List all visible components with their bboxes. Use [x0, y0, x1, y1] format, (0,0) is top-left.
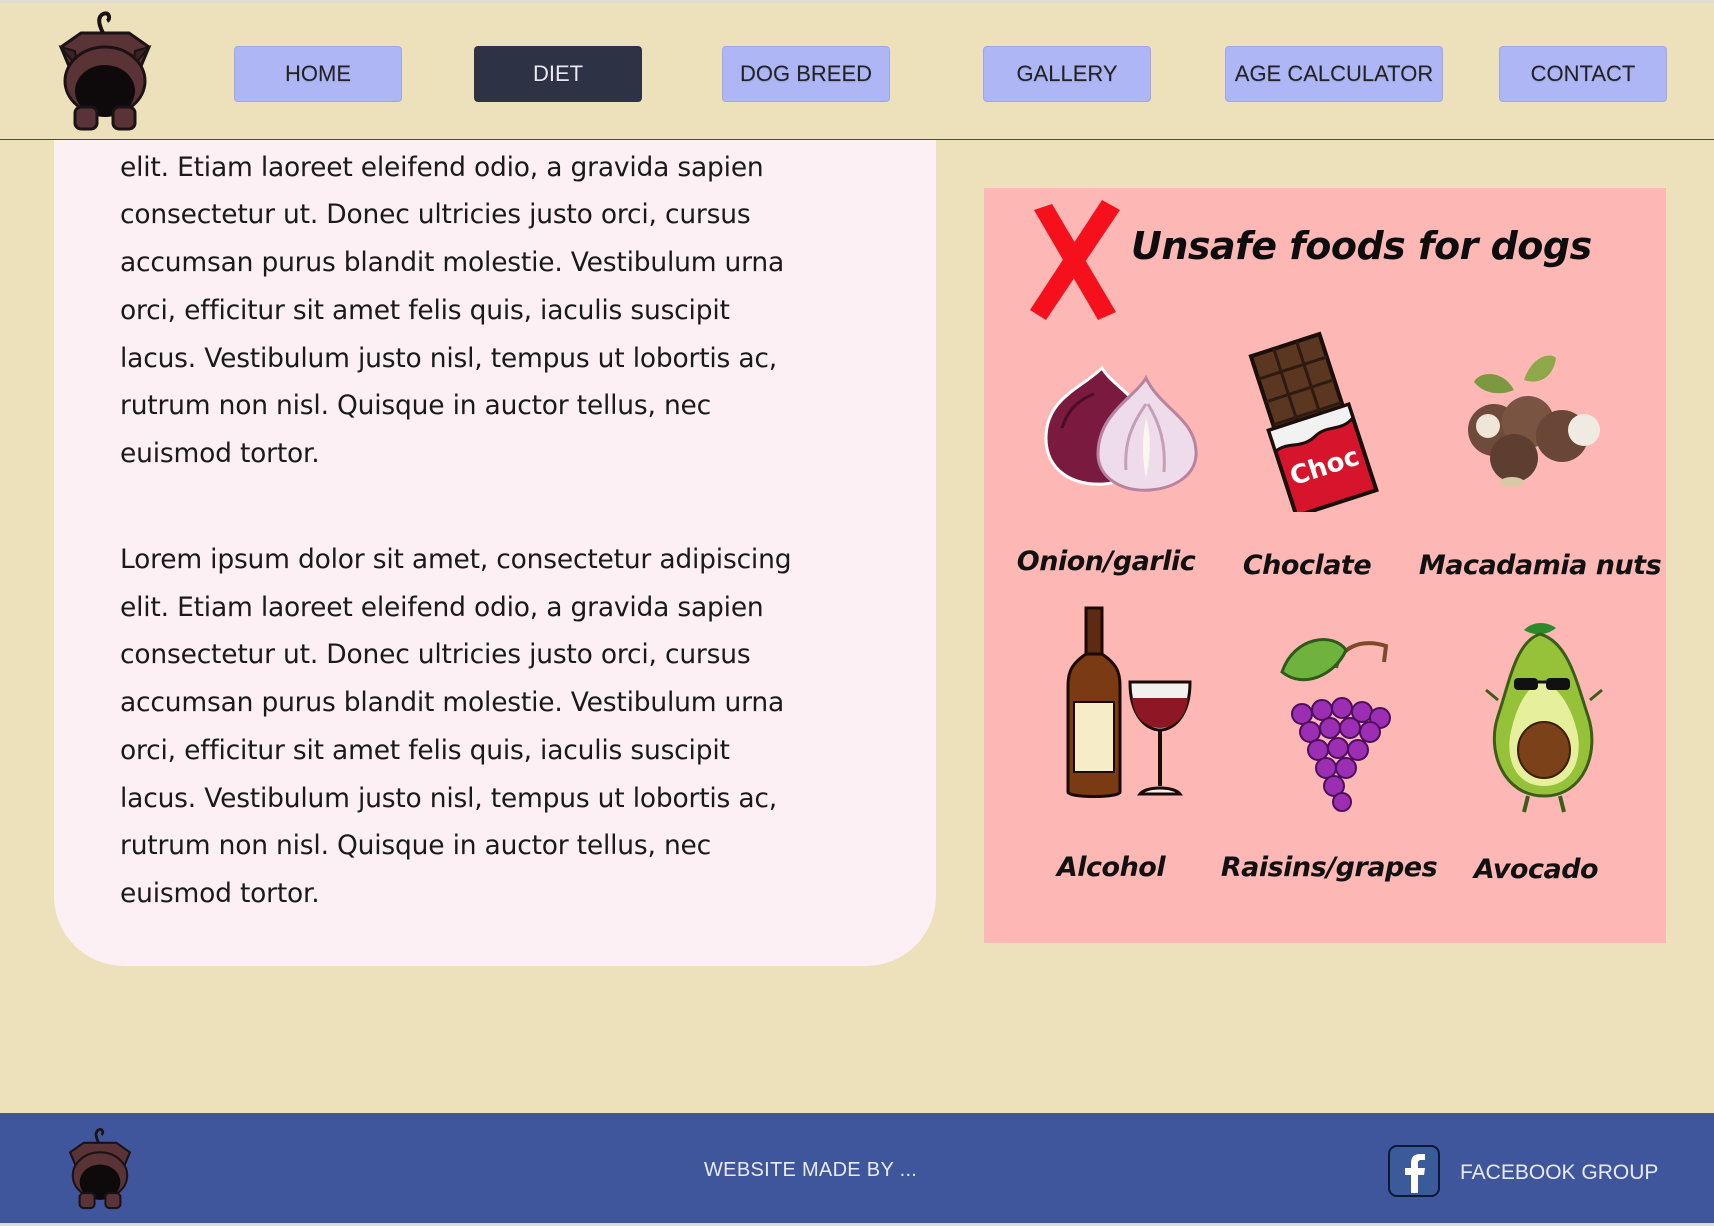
nav-contact-button[interactable]: CONTACT: [1499, 46, 1667, 102]
food-label-macadamia: Macadamia nuts: [1418, 550, 1662, 581]
nav-gallery-button[interactable]: GALLERY: [983, 46, 1151, 102]
nav-home-button[interactable]: HOME: [234, 46, 402, 102]
nav-diet-button[interactable]: DIET: [474, 46, 642, 102]
dog-logo-icon[interactable]: [55, 11, 155, 135]
red-x-icon: [1030, 200, 1120, 320]
food-label-onion: Onion/garlic: [1016, 546, 1196, 577]
nav-age-calculator-button[interactable]: AGE CALCULATOR: [1225, 46, 1443, 102]
footer-credit: WEBSITE MADE BY ...: [704, 1159, 918, 1181]
food-label-avocado: Avocado: [1473, 854, 1599, 885]
unsafe-foods-panel: Unsafe foods for dogs Choc Onion/garlic …: [984, 188, 1666, 943]
chocolate-icon: Choc: [1248, 331, 1379, 512]
text-card: Lorem ipsum dolor sit amet, consectetur …: [54, 104, 936, 966]
unsafe-foods-title: Unsafe foods for dogs: [1131, 224, 1592, 268]
macadamia-icon: [1468, 355, 1600, 487]
nav-dog-breed-button[interactable]: DOG BREED: [722, 46, 890, 102]
wine-icon: [1066, 606, 1192, 798]
site-footer: WEBSITE MADE BY ... FACEBOOK GROUP: [0, 1113, 1714, 1226]
content-paragraph-2: Lorem ipsum dolor sit amet, consectetur …: [120, 544, 792, 909]
food-label-chocolate: Choclate: [1242, 550, 1372, 581]
food-label-grapes: Raisins/grapes: [1220, 852, 1438, 883]
avocado-icon: [1485, 623, 1603, 813]
facebook-group-link[interactable]: FACEBOOK GROUP: [1460, 1161, 1658, 1185]
dog-logo-icon[interactable]: [66, 1127, 134, 1213]
onion-icon: [1044, 365, 1198, 492]
facebook-icon[interactable]: [1388, 1145, 1440, 1197]
site-header: HOME DIET DOG BREED GALLERY AGE CALCULAT…: [0, 0, 1714, 140]
content-paragraph-1: Lorem ipsum dolor sit amet, consectetur …: [120, 104, 792, 469]
food-label-alcohol: Alcohol: [1056, 852, 1166, 883]
grapes-icon: [1280, 638, 1391, 812]
